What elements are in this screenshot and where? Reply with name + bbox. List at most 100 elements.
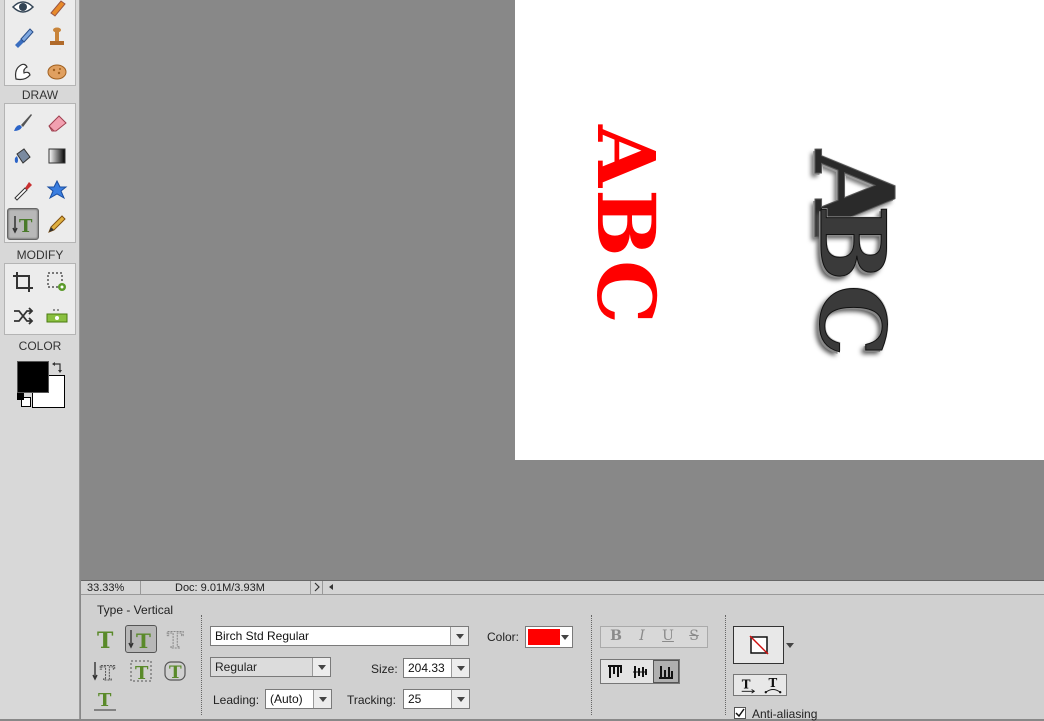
styled-vertical-text-bc[interactable]: BC	[799, 205, 906, 359]
align-top-icon	[608, 664, 622, 678]
vertical-type-button[interactable]: T	[125, 625, 157, 653]
align-bottom-icon	[659, 665, 673, 679]
align-bottom-button[interactable]	[653, 660, 679, 683]
content-aware-move-tool[interactable]	[7, 300, 39, 332]
text-on-selection-button[interactable]: T	[125, 657, 157, 685]
checkmark-icon	[735, 708, 745, 718]
tool-group-modify	[4, 263, 76, 335]
status-bar: 33.33% Doc: 9.01M/3.93M	[81, 580, 1044, 595]
svg-text:T: T	[97, 628, 114, 652]
tool-group-draw: T	[4, 103, 76, 243]
size-label: Size:	[371, 662, 398, 676]
status-menu-arrow[interactable]	[311, 581, 323, 595]
horizontal-type-mask-button[interactable]: T	[159, 625, 191, 653]
tracking-select[interactable]: 25	[403, 689, 470, 709]
swap-colors-icon[interactable]	[52, 361, 64, 373]
vertical-type-icon: T	[128, 629, 151, 652]
no-style-icon	[748, 635, 769, 655]
text-on-path-icon: T	[94, 690, 116, 711]
svg-text:T: T	[136, 629, 151, 652]
pencil-tool[interactable]	[41, 208, 73, 240]
recompose-tool[interactable]	[41, 266, 73, 298]
size-select[interactable]: 204.33	[403, 658, 470, 678]
red-vertical-text[interactable]: ABC	[579, 125, 673, 326]
gradient-icon	[48, 148, 66, 164]
strikethrough-button[interactable]: S	[683, 628, 705, 644]
style-dropdown-arrow[interactable]	[786, 643, 794, 648]
custom-shape-tool[interactable]	[41, 174, 73, 206]
clone-stamp-tool[interactable]	[41, 21, 73, 53]
level-icon	[46, 309, 68, 323]
spot-healing-tool[interactable]	[7, 21, 39, 53]
text-orientation-icon: T	[741, 678, 756, 694]
toolbox: DRAW T MODIFY COLOR	[0, 0, 80, 719]
default-colors-icon[interactable]	[17, 393, 31, 407]
finger-icon	[14, 63, 31, 81]
smudge-tool[interactable]	[7, 55, 39, 87]
horizontal-type-icon: T	[97, 628, 114, 652]
text-on-selection-icon: T	[130, 660, 152, 684]
italic-button[interactable]: I	[631, 628, 653, 644]
section-label-modify: MODIFY	[16, 248, 64, 262]
text-style-picker[interactable]	[733, 626, 784, 664]
zoom-level[interactable]: 33.33%	[81, 581, 141, 595]
align-top-button[interactable]	[603, 661, 627, 682]
leading-select[interactable]: (Auto)	[265, 689, 332, 709]
eraser-tool[interactable]	[41, 106, 73, 138]
document-size-info: Doc: 9.01M/3.93M	[141, 581, 311, 595]
sponge-icon	[47, 64, 67, 80]
crop-tool[interactable]	[7, 266, 39, 298]
sponge-tool[interactable]	[41, 55, 73, 87]
brush-tool[interactable]	[7, 106, 39, 138]
text-format-group: B I U S	[600, 626, 708, 648]
type-mask-icon: T	[167, 628, 185, 653]
straighten-tool[interactable]	[41, 300, 73, 332]
separator	[201, 615, 202, 715]
svg-text:T: T	[98, 690, 112, 711]
font-style-select[interactable]: Regular	[210, 657, 331, 677]
font-family-value: Birch Std Regular	[215, 629, 310, 643]
anti-aliasing-checkbox[interactable]	[734, 707, 746, 719]
separator	[591, 615, 592, 715]
leading-label: Leading:	[213, 693, 260, 707]
size-value: 204.33	[408, 661, 445, 675]
red-eye-tool[interactable]	[41, 0, 73, 23]
document-canvas[interactable]: ABC A BC	[515, 0, 1044, 460]
pencil-icon	[48, 215, 66, 233]
paint-bucket-tool[interactable]	[7, 140, 39, 172]
section-label-draw: DRAW	[21, 88, 59, 102]
text-orientation-button[interactable]: T	[736, 675, 760, 695]
text-on-shape-button[interactable]: T	[159, 657, 191, 685]
gradient-tool[interactable]	[41, 140, 73, 172]
eyedropper-tool[interactable]	[7, 174, 39, 206]
brush-icon	[14, 114, 32, 131]
paint-bucket-icon	[14, 148, 31, 164]
vertical-type-tool[interactable]: T	[7, 208, 39, 240]
separator	[725, 615, 726, 715]
underline-button[interactable]: U	[657, 628, 679, 644]
horizontal-type-button[interactable]: T	[89, 625, 121, 653]
text-on-path-button[interactable]: T	[89, 687, 121, 715]
text-color-picker[interactable]	[525, 626, 573, 648]
color-label: Color:	[487, 630, 520, 644]
svg-text:T: T	[769, 676, 778, 690]
bandage-brush-icon	[15, 28, 34, 48]
tracking-value: 25	[408, 692, 422, 706]
foreground-color-swatch[interactable]	[17, 361, 49, 393]
warp-text-group: T T	[733, 674, 787, 696]
warp-text-button[interactable]: T	[761, 675, 785, 695]
scroll-left-icon	[329, 584, 333, 590]
stamp-icon	[50, 27, 64, 45]
vertical-type-mask-button[interactable]: T	[89, 657, 121, 685]
leading-value: (Auto)	[270, 692, 303, 706]
align-center-button[interactable]	[628, 661, 652, 682]
eye-tool[interactable]	[7, 0, 39, 23]
font-family-select[interactable]: Birch Std Regular	[210, 626, 469, 646]
tool-options-bar: Type - Vertical T T T T T T T Birch Std …	[81, 595, 1044, 721]
tracking-label: Tracking:	[347, 693, 396, 707]
align-center-icon	[633, 665, 647, 678]
horizontal-scroll-left[interactable]	[325, 581, 337, 595]
selection-gear-icon	[47, 272, 66, 291]
pencil-orange-icon	[50, 0, 66, 17]
bold-button[interactable]: B	[605, 628, 627, 644]
